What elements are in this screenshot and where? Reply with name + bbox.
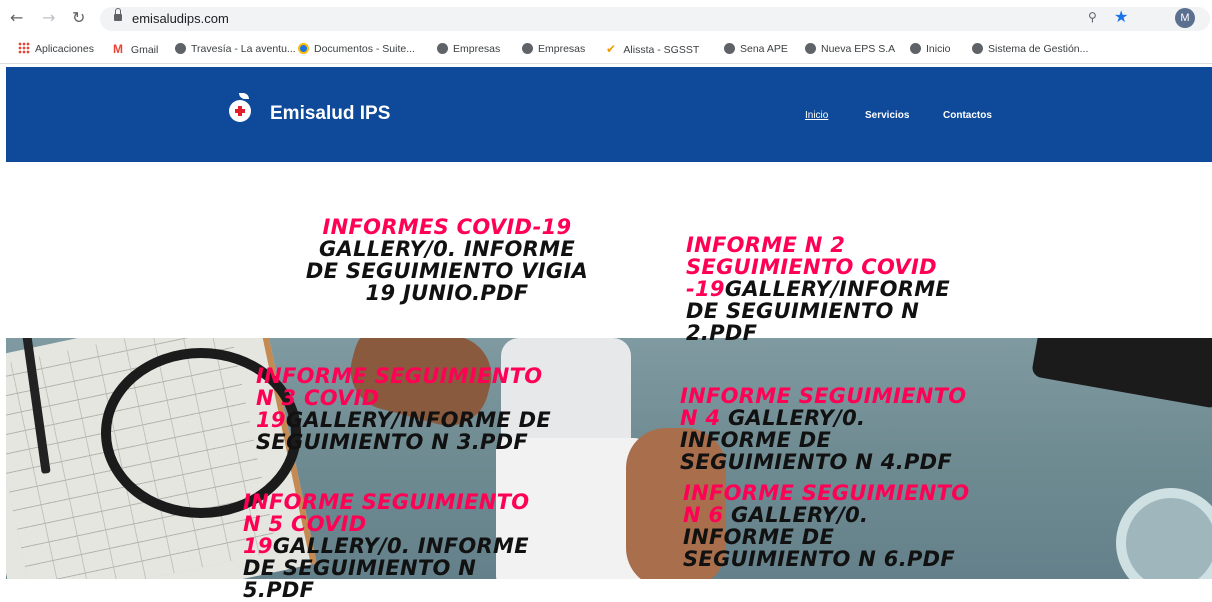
report-link-seguimiento-3[interactable]: INFORME SEGUIMIENTO N 3 COVID 19GALLERY/… <box>256 365 556 453</box>
gauge-illustration <box>1030 338 1212 409</box>
gmail-icon: M <box>113 42 123 56</box>
glass-illustration <box>1116 488 1212 579</box>
bookmark-sena[interactable]: Sena APE <box>724 41 788 57</box>
bookmark-label: Travesía - La aventu... <box>191 43 296 55</box>
site-header: Emisalud IPS Inicio Servicios Contactos <box>6 67 1212 162</box>
apps-grid-icon <box>18 42 30 54</box>
bookmark-empresas-1[interactable]: Empresas <box>437 41 500 57</box>
globe-icon <box>522 43 533 54</box>
report-link-black-text: GALLERY/0. INFORME DE SEGUIMIENTO N 5.PD… <box>243 534 529 602</box>
lock-icon <box>114 8 122 21</box>
bookmark-label: Nueva EPS S.A <box>821 43 896 55</box>
bookmark-label: Empresas <box>453 43 501 55</box>
report-link-seguimiento-6[interactable]: INFORME SEGUIMIENTO N 6 GALLERY/0. INFOR… <box>683 482 983 570</box>
report-link-black-text: GALLERY/0. INFORME DE SEGUIMIENTO N 6.PD… <box>683 503 956 571</box>
forward-arrow-icon[interactable]: → <box>42 9 55 27</box>
bookmark-nueva-eps[interactable]: Nueva EPS S.A <box>805 41 895 57</box>
report-link-seguimiento-5[interactable]: INFORME SEGUIMIENTO N 5 COVID 19GALLERY/… <box>243 491 533 601</box>
report-link-black-text: GALLERY/0. INFORME DE SEGUIMIENTO N 4.PD… <box>680 406 953 474</box>
back-arrow-icon[interactable]: ← <box>10 9 23 27</box>
globe-icon <box>972 43 983 54</box>
bookmark-inicio[interactable]: Inicio <box>910 41 951 57</box>
globe-icon <box>805 43 816 54</box>
profile-avatar[interactable]: M <box>1175 8 1195 28</box>
bookmark-label: Sena APE <box>740 43 788 55</box>
report-link-black-text: GALLERY/0. INFORME DE SEGUIMIENTO VIGIA … <box>305 237 589 305</box>
hero-background-image <box>6 338 1212 579</box>
report-link-black-text: GALLERY/INFORME DE SEGUIMIENTO N 2.PDF <box>686 277 951 345</box>
report-link-seguimiento-4[interactable]: INFORME SEGUIMIENTO N 4 GALLERY/0. INFOR… <box>680 385 980 473</box>
bookmark-label: Aplicaciones <box>35 43 94 55</box>
bookmark-gmail[interactable]: M Gmail <box>113 41 158 57</box>
bookmark-label: Empresas <box>538 43 586 55</box>
report-link-black-text: GALLERY/INFORME DE SEGUIMIENTO N 3.PDF <box>256 408 552 454</box>
globe-icon <box>910 43 921 54</box>
bookmark-empresas-2[interactable]: Empresas <box>522 41 585 57</box>
alissta-icon: ✔ <box>606 42 617 56</box>
site-brand[interactable]: Emisalud IPS <box>270 103 390 125</box>
bookmark-sistema[interactable]: Sistema de Gestión... <box>972 41 1088 57</box>
report-link-red-text: INFORMES COVID-19 <box>322 215 572 239</box>
reload-icon[interactable]: ↻ <box>72 9 85 27</box>
bookmark-label: Inicio <box>926 43 951 55</box>
browser-toolbar: ← → ↻ emisaludips.com ⚲ ★ M <box>0 0 1212 37</box>
bookmark-aplicaciones[interactable]: Aplicaciones <box>18 41 94 57</box>
nav-link-contactos[interactable]: Contactos <box>943 110 992 121</box>
bookmark-star-icon[interactable]: ★ <box>1114 7 1128 26</box>
bookmark-alissta[interactable]: ✔ Alissta - SGSST <box>606 41 699 57</box>
bookmarks-bar: Aplicaciones M Gmail Travesía - La avent… <box>0 37 1212 64</box>
apple-cross-logo-icon[interactable] <box>229 93 251 122</box>
globe-icon <box>437 43 448 54</box>
report-link-covid-19[interactable]: INFORMES COVID-19 GALLERY/0. INFORME DE … <box>302 216 592 304</box>
bookmark-label: Alissta - SGSST <box>623 44 700 56</box>
report-link-seguimiento-2[interactable]: INFORME N 2 SEGUIMIENTO COVID -19GALLERY… <box>686 234 986 344</box>
bookmark-documentos[interactable]: Documentos - Suite... <box>298 41 415 57</box>
bookmark-label: Gmail <box>130 44 159 56</box>
medical-cross-icon <box>235 106 245 116</box>
bookmark-label: Documentos - Suite... <box>314 43 415 55</box>
address-bar[interactable]: emisaludips.com <box>100 7 1210 31</box>
bookmark-travesia[interactable]: Travesía - La aventu... <box>175 41 296 57</box>
drive-icon <box>298 43 309 54</box>
globe-icon <box>175 43 186 54</box>
nav-link-servicios[interactable]: Servicios <box>865 110 909 121</box>
globe-icon <box>724 43 735 54</box>
zoom-icon[interactable]: ⚲ <box>1088 10 1097 24</box>
nav-link-inicio[interactable]: Inicio <box>805 110 828 121</box>
bookmark-label: Sistema de Gestión... <box>988 43 1089 55</box>
url-text[interactable]: emisaludips.com <box>132 11 229 26</box>
